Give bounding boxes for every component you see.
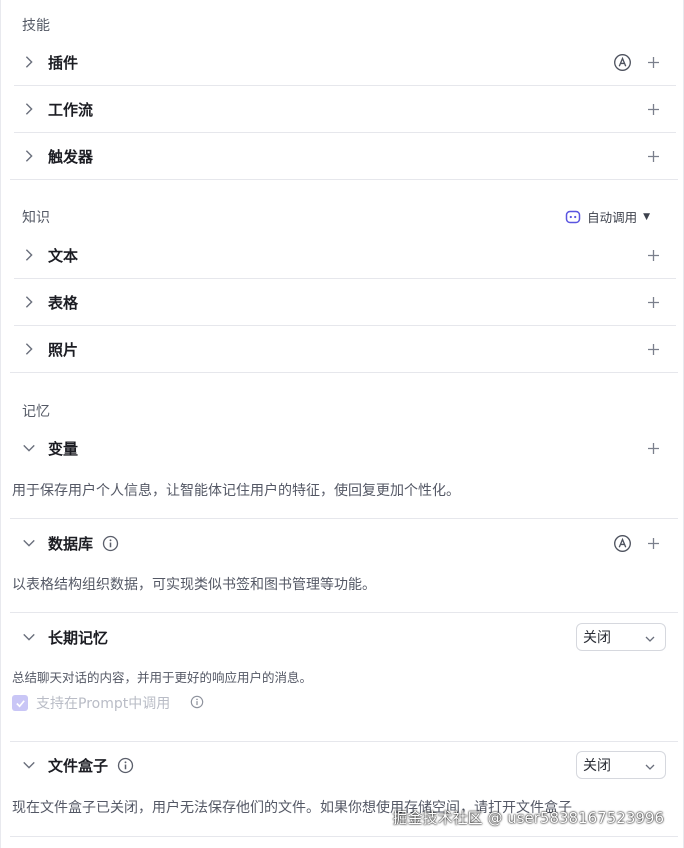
add-database-plus-icon[interactable] xyxy=(644,534,662,552)
knowledge-row-text[interactable]: 文本 xyxy=(14,232,676,278)
divider xyxy=(10,836,678,837)
caret-down-icon: ▼ xyxy=(643,211,650,222)
memory-row-database[interactable]: 数据库 xyxy=(14,520,676,566)
skill-label-workflow: 工作流 xyxy=(48,100,94,119)
knowledge-label-text: 文本 xyxy=(48,246,79,265)
auto-a-icon[interactable] xyxy=(612,52,632,72)
prompt-invoke-checkbox[interactable] xyxy=(12,695,28,711)
bot-icon xyxy=(565,209,581,225)
chevron-down-icon xyxy=(645,760,655,770)
long-term-memory-description: 总结聊天对话的内容，并用于更好的响应用户的消息。 xyxy=(12,670,313,685)
long-term-memory-select[interactable]: 关闭 xyxy=(576,623,666,651)
auto-invoke-dropdown[interactable]: 自动调用 ▼ xyxy=(565,207,650,226)
add-plugin-plus-icon[interactable] xyxy=(644,53,662,71)
memory-row-variables[interactable]: 变量 xyxy=(14,425,676,471)
chevron-right-icon[interactable] xyxy=(14,39,44,85)
knowledge-label-table: 表格 xyxy=(48,293,79,312)
section-title-knowledge: 知识 xyxy=(22,210,50,226)
memory-label-database: 数据库 xyxy=(48,534,94,553)
file-box-select[interactable]: 关闭 xyxy=(576,751,666,779)
knowledge-row-table[interactable]: 表格 xyxy=(14,279,676,325)
chevron-down-icon[interactable] xyxy=(14,425,44,471)
prompt-invoke-option: 支持在Prompt中调用 xyxy=(12,693,206,713)
panel-left-border xyxy=(0,0,1,848)
chevron-right-icon[interactable] xyxy=(14,326,44,372)
section-divider xyxy=(10,179,678,180)
auto-a-icon[interactable] xyxy=(612,533,632,553)
knowledge-row-photo[interactable]: 照片 xyxy=(14,326,676,372)
add-text-plus-icon[interactable] xyxy=(644,246,662,264)
info-icon[interactable] xyxy=(101,534,119,552)
divider xyxy=(10,518,678,519)
info-icon[interactable] xyxy=(190,695,206,711)
prompt-invoke-label: 支持在Prompt中调用 xyxy=(36,696,171,712)
watermark: 掘金技术社区 @ user5838167523996 xyxy=(392,809,664,827)
skill-row-trigger[interactable]: 触发器 xyxy=(14,133,676,179)
section-title-memory: 记忆 xyxy=(22,404,50,420)
chevron-down-icon[interactable] xyxy=(14,520,44,566)
variables-description: 用于保存用户个人信息，让智能体记住用户的特征，使回复更加个性化。 xyxy=(12,483,460,499)
knowledge-label-photo: 照片 xyxy=(48,340,79,359)
memory-label-variables: 变量 xyxy=(48,439,79,458)
chevron-right-icon[interactable] xyxy=(14,86,44,132)
long-term-memory-select-value: 关闭 xyxy=(583,630,611,646)
skill-row-plugins[interactable]: 插件 xyxy=(14,39,676,85)
chevron-down-icon[interactable] xyxy=(14,614,44,660)
info-icon[interactable] xyxy=(116,756,134,774)
chevron-right-icon[interactable] xyxy=(14,279,44,325)
chevron-right-icon[interactable] xyxy=(14,232,44,278)
skill-row-workflow[interactable]: 工作流 xyxy=(14,86,676,132)
section-divider xyxy=(10,372,678,373)
section-title-skills: 技能 xyxy=(22,18,50,34)
add-variable-plus-icon[interactable] xyxy=(644,439,662,457)
chevron-right-icon[interactable] xyxy=(14,133,44,179)
skill-label-plugins: 插件 xyxy=(48,53,79,72)
add-photo-plus-icon[interactable] xyxy=(644,340,662,358)
chevron-down-icon xyxy=(645,632,655,642)
file-box-select-value: 关闭 xyxy=(583,758,611,774)
add-table-plus-icon[interactable] xyxy=(644,293,662,311)
add-trigger-plus-icon[interactable] xyxy=(644,147,662,165)
divider xyxy=(10,612,678,613)
memory-label-file-box: 文件盒子 xyxy=(48,756,109,775)
memory-label-long-term: 长期记忆 xyxy=(48,628,109,647)
database-description: 以表格结构组织数据，可实现类似书签和图书管理等功能。 xyxy=(12,577,376,593)
skill-label-trigger: 触发器 xyxy=(48,147,94,166)
agent-config-panel: 技能 插件 工作流 触发器 知识 自动调用 ▼ 文本 表格 照片 记忆 变量 用… xyxy=(0,0,684,848)
auto-invoke-label: 自动调用 xyxy=(587,210,638,225)
add-workflow-plus-icon[interactable] xyxy=(644,100,662,118)
chevron-down-icon[interactable] xyxy=(14,742,44,788)
